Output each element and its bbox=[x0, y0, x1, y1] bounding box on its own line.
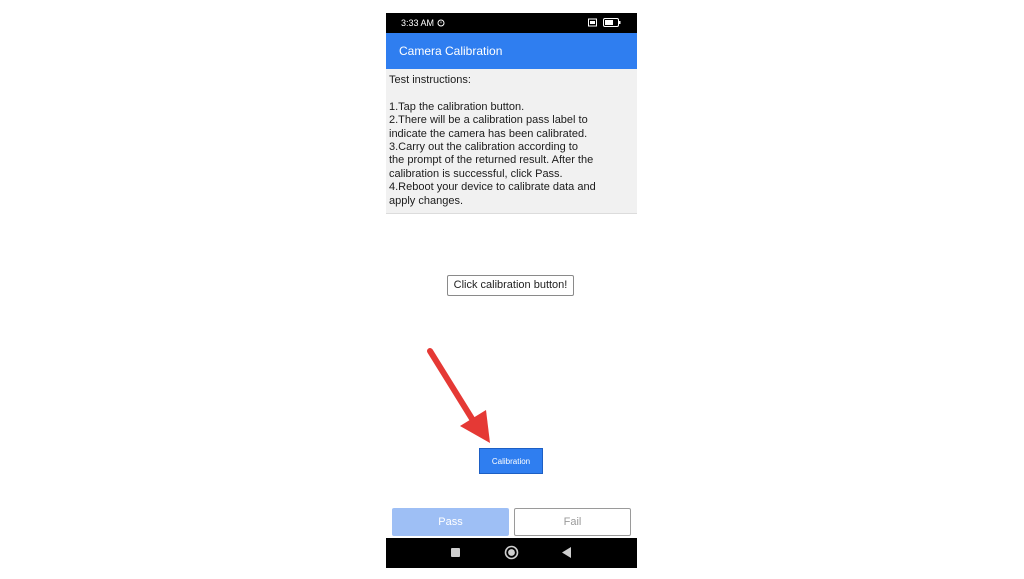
calibration-result-label: Click calibration button! bbox=[447, 275, 574, 296]
instruction-line: indicate the camera has been calibrated. bbox=[389, 127, 588, 140]
page-title: Camera Calibration bbox=[399, 44, 503, 58]
status-time: 3:33 AM bbox=[401, 18, 435, 28]
test-instructions-panel: Test instructions: 1.Tap the calibration… bbox=[386, 69, 637, 214]
instruction-line: apply changes. bbox=[389, 194, 463, 207]
battery-saver-icon bbox=[588, 18, 598, 27]
phone-screen: 3:33 AM Camera Calibration Test instruct… bbox=[386, 13, 637, 568]
app-bar: Camera Calibration bbox=[386, 33, 637, 69]
system-nav-bar bbox=[386, 538, 637, 568]
pass-button[interactable]: Pass bbox=[392, 508, 509, 536]
instruction-line: the prompt of the returned result. After… bbox=[389, 154, 594, 167]
instruction-line: 3.Carry out the calibration according to bbox=[389, 141, 578, 154]
annotation-arrow-icon bbox=[427, 348, 490, 443]
calibration-button[interactable]: Calibration bbox=[479, 448, 543, 474]
recents-square-icon[interactable] bbox=[451, 548, 460, 557]
instruction-line: 4.Reboot your device to calibrate data a… bbox=[389, 181, 596, 194]
status-icons bbox=[588, 18, 621, 28]
fail-button[interactable]: Fail bbox=[514, 508, 631, 536]
home-circle-icon[interactable] bbox=[504, 545, 519, 560]
status-bar: 3:33 AM bbox=[386, 13, 637, 33]
instruction-line: 2.There will be a calibration pass label… bbox=[389, 114, 588, 127]
instruction-line: 1.Tap the calibration button. bbox=[389, 100, 525, 113]
instructions-heading: Test instructions: bbox=[389, 74, 471, 86]
instruction-line: calibration is successful, click Pass. bbox=[389, 167, 563, 180]
instructions-spacer bbox=[389, 87, 635, 100]
battery-icon bbox=[603, 18, 621, 27]
back-triangle-icon[interactable] bbox=[561, 546, 572, 559]
instructions-text: Test instructions: 1.Tap the calibration… bbox=[389, 74, 635, 208]
alarm-icon bbox=[437, 19, 445, 27]
